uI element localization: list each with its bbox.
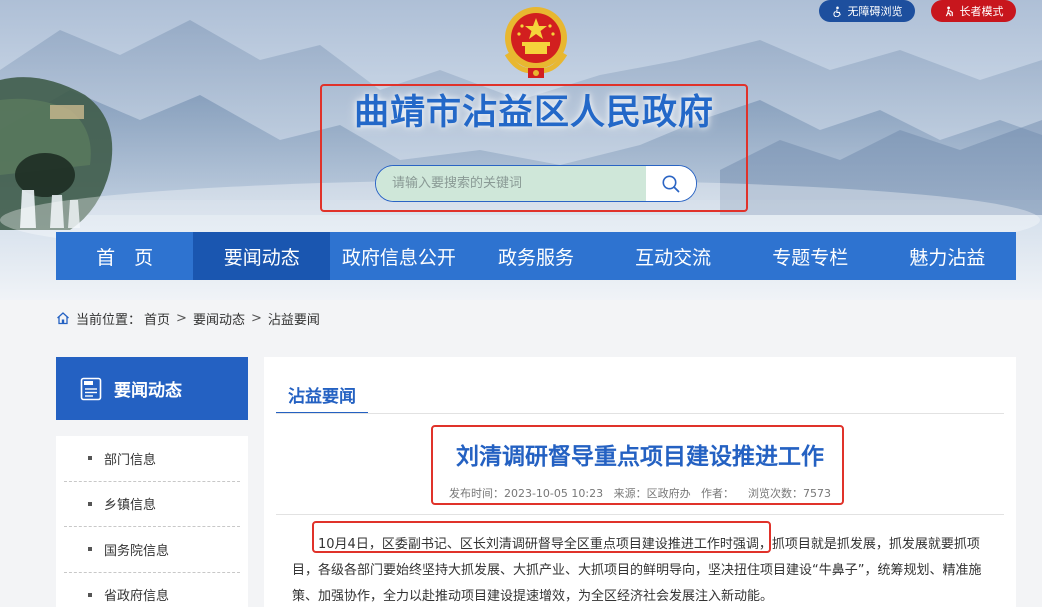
nav-item-services[interactable]: 政务服务: [467, 232, 604, 280]
sidebar-item-dept-info[interactable]: 部门信息: [64, 436, 240, 482]
search-button[interactable]: [646, 166, 696, 201]
tab-divider: [276, 413, 1004, 414]
breadcrumb-prefix: 当前位置：: [76, 312, 142, 328]
wheelchair-icon: [832, 6, 841, 17]
elder-mode-button[interactable]: 长者模式: [931, 0, 1016, 22]
sidebar-heading-label: 要闻动态: [114, 381, 182, 401]
sidebar-item-township-info[interactable]: 乡镇信息: [64, 482, 240, 527]
sidebar-item-state-council-info[interactable]: 国务院信息: [64, 527, 240, 573]
sidebar-item-label: 乡镇信息: [104, 498, 157, 514]
sidebar-item-label: 部门信息: [104, 452, 157, 468]
meta-divider: [276, 514, 1004, 515]
sidebar-item-label: 国务院信息: [104, 543, 170, 559]
tab-zhanyi-news[interactable]: 沾益要闻: [276, 377, 368, 414]
elder-mode-label: 长者模式: [959, 5, 1004, 18]
nav-item-interaction[interactable]: 互动交流: [605, 232, 742, 280]
breadcrumb-separator: >: [176, 310, 187, 326]
breadcrumb-news[interactable]: 要闻动态: [193, 309, 245, 328]
site-search: [375, 165, 697, 202]
nav-item-gov-info[interactable]: 政府信息公开: [330, 232, 467, 280]
sidebar-list: 部门信息 乡镇信息 国务院信息 省政府信息: [56, 436, 248, 607]
accessibility-label: 无障碍浏览: [847, 5, 903, 18]
search-icon: [662, 175, 680, 192]
nav-item-news[interactable]: 要闻动态: [193, 232, 331, 280]
main-nav: 首 页 要闻动态 政府信息公开 政务服务 互动交流 专题专栏 魅力沾益: [56, 232, 1016, 280]
sidebar-item-province-info[interactable]: 省政府信息: [64, 573, 240, 607]
accessibility-button[interactable]: 无障碍浏览: [819, 0, 915, 22]
breadcrumb-home[interactable]: 首页: [144, 309, 170, 328]
breadcrumb-current[interactable]: 沾益要闻: [268, 309, 320, 328]
breadcrumb: 当前位置： 首页 > 要闻动态 > 沾益要闻: [56, 309, 320, 328]
national-emblem: [504, 7, 568, 78]
search-input[interactable]: [376, 166, 646, 201]
site-title: 曲靖市沾益区人民政府: [353, 93, 714, 133]
article-body: 10月4日，区委副书记、区长刘清调研督导全区重点项目建设推进工作时强调，抓项目就…: [292, 537, 982, 604]
article-panel: 沾益要闻 刘清调研督导重点项目建设推进工作 发布时间：2023-10-05 10…: [264, 357, 1016, 607]
sidebar-item-label: 省政府信息: [104, 589, 170, 605]
breadcrumb-separator: >: [250, 310, 262, 326]
nav-item-charm[interactable]: 魅力沾益: [879, 232, 1016, 280]
article-meta: 发布时间：2023-10-05 10:23 来源：区政府办 作者： 浏览次数：7…: [448, 487, 832, 500]
news-icon: [80, 377, 102, 400]
sidebar-heading: 要闻动态: [56, 357, 248, 420]
article-title: 刘清调研督导重点项目建设推进工作: [456, 444, 824, 470]
home-icon: [57, 312, 69, 325]
elder-icon: [945, 5, 953, 16]
nav-item-home[interactable]: 首 页: [56, 232, 193, 280]
nav-item-topics[interactable]: 专题专栏: [742, 232, 879, 280]
